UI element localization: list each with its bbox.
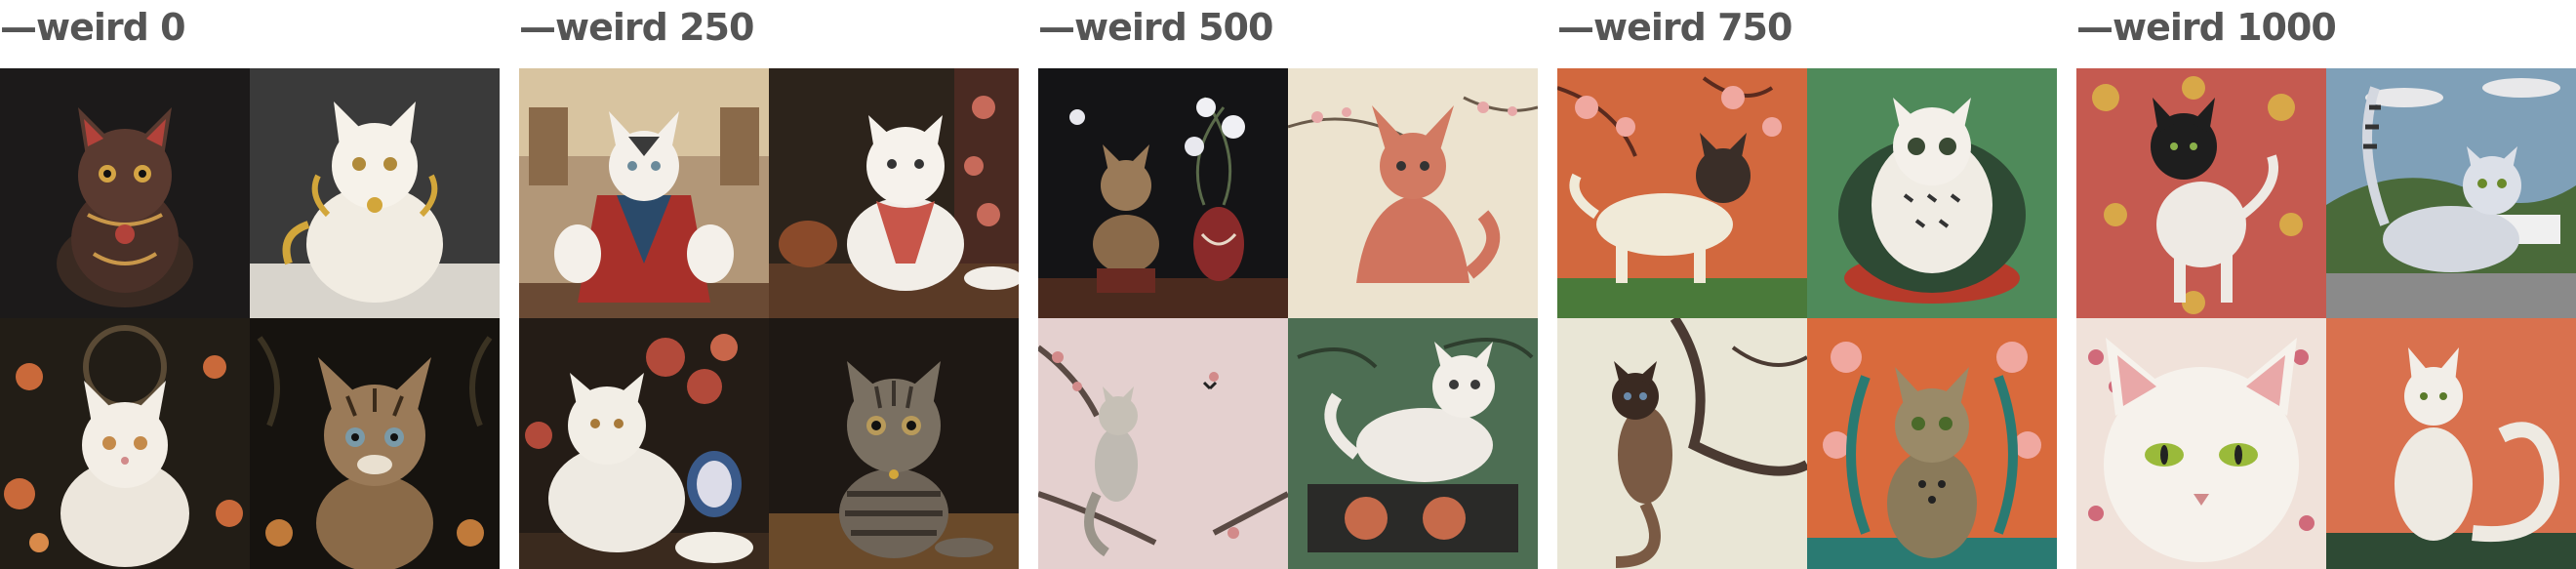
white-gold-baroque-cat-image — [250, 68, 500, 318]
white-cat-face-blossoms-image — [2076, 318, 2326, 569]
image-tile — [250, 318, 500, 569]
image-grid — [0, 68, 500, 569]
panel-label: —weird 500 — [1038, 6, 1273, 49]
image-grid — [1557, 68, 2057, 569]
panel-weird-1000: —weird 1000 — [2076, 0, 2576, 569]
image-tile — [519, 68, 769, 318]
image-grid — [519, 68, 1019, 569]
white-cat-red-robe-image — [519, 68, 769, 318]
striped-tabby-cat-sitting-image — [769, 318, 1019, 569]
pink-cat-blossoms-image — [1288, 68, 1538, 318]
white-cat-on-box-image — [1288, 318, 1538, 569]
image-tile — [1807, 318, 2057, 569]
image-tile — [2076, 68, 2326, 318]
fluffy-white-cat-flowers-image — [0, 318, 250, 569]
image-tile — [2076, 318, 2326, 569]
cat-vase-still-life-image — [1038, 68, 1288, 318]
panel-label: —weird 750 — [1557, 6, 1792, 49]
image-grid — [1038, 68, 1538, 569]
image-tile — [250, 68, 500, 318]
panel-weird-0: —weird 0 — [0, 0, 500, 569]
image-tile — [2326, 68, 2576, 318]
image-tile — [1557, 318, 1807, 569]
image-tile — [1038, 68, 1288, 318]
white-cat-orange-bg-image — [2326, 318, 2576, 569]
siamese-cat-orange-image — [1557, 68, 1807, 318]
cat-on-blossom-branch-image — [1038, 318, 1288, 569]
tabby-kitten-dark-ornament-image — [250, 318, 500, 569]
image-tile — [2326, 318, 2576, 569]
grey-cat-landscape-image — [2326, 68, 2576, 318]
siamese-cat-on-branch-image — [1557, 318, 1807, 569]
image-tile — [519, 318, 769, 569]
image-tile — [769, 318, 1019, 569]
panel-label: —weird 1000 — [2076, 6, 2337, 49]
image-grid — [2076, 68, 2576, 569]
image-tile — [1557, 68, 1807, 318]
image-tile — [1288, 318, 1538, 569]
owl-cat-ceramic-image — [1807, 68, 2057, 318]
panel-weird-500: —weird 500 — [1038, 0, 1538, 569]
image-tile — [769, 68, 1019, 318]
panel-weird-750: —weird 750 — [1557, 0, 2057, 569]
image-tile — [1038, 318, 1288, 569]
ornate-dark-cat-figurine-image — [0, 68, 250, 318]
panel-label: —weird 250 — [519, 6, 754, 49]
white-longhair-cat-flowers-image — [519, 318, 769, 569]
image-tile — [1807, 68, 2057, 318]
panel-weird-250: —weird 250 — [519, 0, 1019, 569]
black-white-cat-red-pattern-image — [2076, 68, 2326, 318]
white-cat-scarf-portrait-image — [769, 68, 1019, 318]
image-tile — [0, 318, 250, 569]
image-tile — [0, 68, 250, 318]
panel-label: —weird 0 — [0, 6, 186, 49]
tabby-cat-orange-flowers-image — [1807, 318, 2057, 569]
image-tile — [1288, 68, 1538, 318]
